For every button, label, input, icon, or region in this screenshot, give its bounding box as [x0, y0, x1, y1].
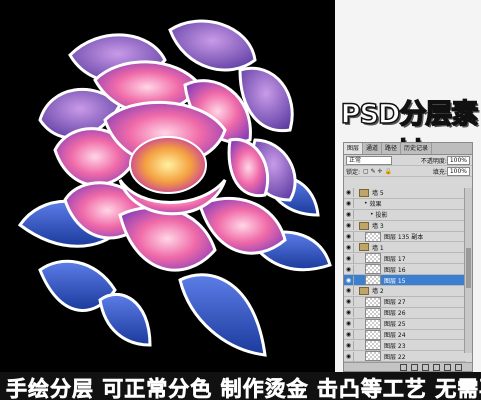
eye-icon[interactable]: ◉	[344, 340, 354, 350]
eye-icon[interactable]: ◉	[344, 232, 354, 241]
bottom-banner: 手绘分层 可正常分色 制作烫金 击凸等工艺 无需再处理	[0, 372, 481, 400]
layer-label: 墙 3	[372, 223, 384, 231]
eye-icon[interactable]: ◉	[344, 242, 354, 252]
trash-icon[interactable]	[455, 363, 462, 371]
scroll-thumb[interactable]	[466, 248, 471, 288]
banner-text: 手绘分层 可正常分色 制作烫金 击凸等工艺 无需再处理	[6, 377, 481, 400]
eye-icon[interactable]: ◉	[344, 199, 354, 209]
folder-icon	[359, 188, 369, 197]
lock-label: 锁定:	[346, 168, 361, 176]
layer-label: 图层 24	[384, 332, 406, 340]
tab-layers[interactable]: 图层	[344, 143, 364, 154]
mask-icon[interactable]	[422, 363, 429, 371]
effect-icon: •	[364, 200, 368, 208]
layer-thumbnail	[365, 231, 381, 242]
new-folder-icon[interactable]	[433, 363, 440, 371]
layer-row[interactable]: ◉ 图层 15	[344, 275, 466, 287]
layer-row[interactable]: ◉ 图层 135 副本	[344, 231, 466, 243]
layers-scrollbar[interactable]	[464, 188, 472, 353]
layer-label: 图层 17	[384, 255, 406, 263]
layer-label: 图层 25	[384, 321, 406, 329]
layer-label: 效果	[369, 201, 382, 209]
tab-history[interactable]: 历史记录	[401, 143, 433, 154]
eye-icon[interactable]: ◉	[344, 253, 354, 263]
eye-icon[interactable]: ◉	[344, 351, 354, 361]
fill-field[interactable]: 100%	[446, 166, 470, 176]
layer-label: 墙 2	[372, 288, 384, 296]
layer-row[interactable]: ◉ 图层 16	[344, 264, 466, 276]
layer-row[interactable]: ◉ 图层 25	[344, 318, 466, 330]
eye-icon[interactable]: ◉	[344, 319, 354, 329]
layer-thumbnail	[365, 253, 381, 264]
layer-row[interactable]: ◉ • 投影	[344, 209, 466, 221]
eye-icon[interactable]: ◉	[344, 188, 354, 198]
fill-label: 填充:	[432, 168, 447, 176]
layers-panel: 图层 通道 路径 历史记录 正常 不透明度: 100% 锁定: ▢ ✎ ✛ 🔒 …	[343, 142, 473, 372]
layer-list: ◉ 墙 5 ◉ • 效果 ◉ • 投影 ◉ 墙 3 ◉ 图层 135 副本 ◉ 墙 1 ◉ 图层 17 ◉ 图层 …	[344, 188, 466, 363]
layer-row[interactable]: ◉ • 效果	[344, 198, 466, 210]
layer-label: 投影	[375, 212, 388, 220]
eye-icon[interactable]: ◉	[344, 308, 354, 318]
layer-label: 墙 5	[372, 190, 384, 198]
eye-icon[interactable]: ◉	[344, 210, 354, 220]
layer-thumbnail	[365, 296, 381, 307]
link-icon[interactable]	[400, 363, 407, 371]
layer-label: 图层 135 副本	[384, 234, 424, 241]
blend-row: 正常 不透明度: 100%	[344, 155, 472, 166]
eye-icon[interactable]: ◉	[344, 275, 354, 285]
new-layer-icon[interactable]	[444, 363, 451, 371]
layer-row[interactable]: ◉ 图层 17	[344, 253, 466, 265]
layer-row[interactable]: ◉ 图层 24	[344, 329, 466, 341]
layer-label: 图层 26	[384, 310, 406, 318]
eye-icon[interactable]: ◉	[344, 264, 354, 274]
folder-icon	[359, 221, 369, 230]
layer-thumbnail	[365, 307, 381, 318]
peony-artwork	[17, 19, 332, 357]
tab-paths[interactable]: 路径	[382, 143, 402, 154]
folder-icon	[359, 286, 369, 295]
peony-illustration	[0, 0, 335, 372]
layer-label: 墙 1	[372, 244, 384, 252]
layer-thumbnail	[365, 318, 381, 329]
layer-row[interactable]: ◉ 墙 3	[344, 220, 466, 232]
layer-row[interactable]: ◉ 图层 22	[344, 351, 466, 363]
layer-row[interactable]: ◉ 图层 26	[344, 307, 466, 319]
layer-label: 图层 23	[384, 342, 406, 350]
opacity-label: 不透明度:	[420, 157, 447, 165]
layer-row[interactable]: ◉ 图层 27	[344, 296, 466, 308]
layer-thumbnail	[365, 340, 381, 351]
layer-label: 图层 16	[384, 266, 406, 274]
eye-icon[interactable]: ◉	[344, 297, 354, 307]
layer-row[interactable]: ◉ 图层 23	[344, 340, 466, 352]
eye-icon[interactable]: ◉	[344, 330, 354, 340]
layer-thumbnail	[365, 264, 381, 275]
layer-thumbnail	[365, 351, 381, 362]
layer-row[interactable]: ◉ 墙 5	[344, 188, 466, 199]
panel-tabs: 图层 通道 路径 历史记录	[344, 143, 472, 155]
lock-row: 锁定: ▢ ✎ ✛ 🔒 填充: 100%	[344, 166, 472, 177]
eye-icon[interactable]: ◉	[344, 286, 354, 296]
layer-row[interactable]: ◉ 墙 1	[344, 242, 466, 254]
eye-icon[interactable]: ◉	[344, 221, 354, 231]
effect-icon: •	[370, 211, 374, 219]
layer-label: 图层 15	[384, 277, 406, 285]
lock-icons[interactable]: ▢ ✎ ✛ 🔒	[363, 168, 392, 175]
layer-label: 图层 22	[384, 353, 406, 361]
folder-icon	[359, 243, 369, 252]
blend-mode-select[interactable]: 正常	[346, 155, 392, 165]
layer-thumbnail	[365, 329, 381, 340]
fx-icon[interactable]	[411, 363, 418, 371]
panel-bottom-bar	[344, 362, 472, 371]
layer-label: 图层 27	[384, 299, 406, 307]
layer-row[interactable]: ◉ 墙 2	[344, 286, 466, 297]
opacity-field[interactable]: 100%	[446, 155, 470, 165]
layer-thumbnail	[365, 275, 381, 286]
tab-channels[interactable]: 通道	[363, 143, 383, 154]
